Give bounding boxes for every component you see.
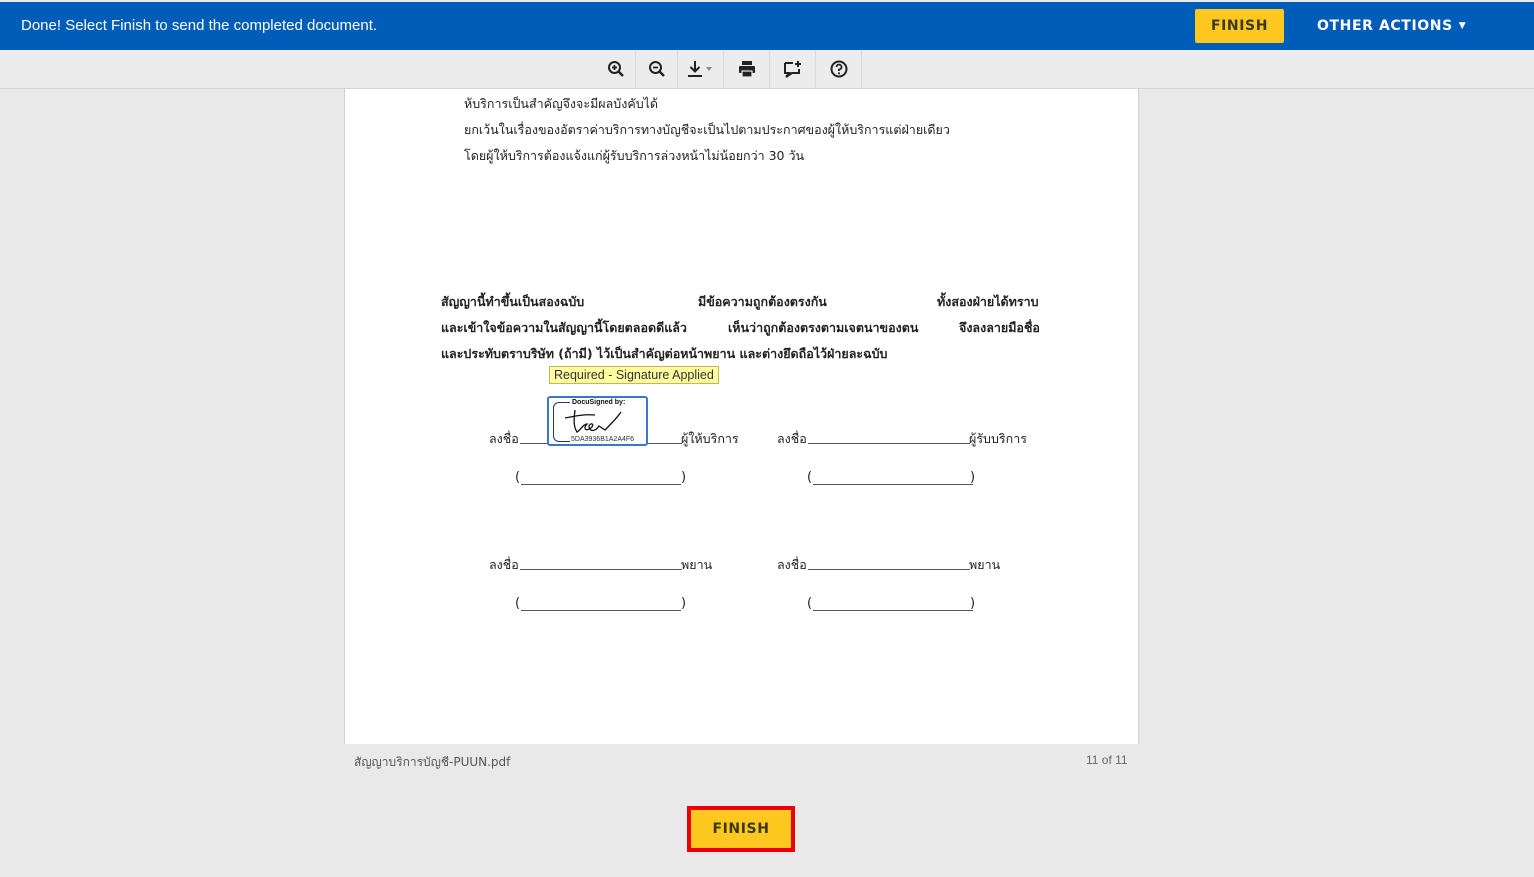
- signer-role: พยาน: [969, 557, 1001, 572]
- other-actions-button[interactable]: OTHER ACTIONS ▼: [1317, 18, 1466, 34]
- signature-line: [808, 569, 970, 570]
- signature-field[interactable]: DocuSigned by: 5DA3936B1A2A4F6: [547, 396, 648, 446]
- signer-role: ผู้รับบริการ: [969, 431, 1027, 446]
- sign-prefix: ลงชื่อ: [489, 431, 519, 446]
- document-toolbar: [0, 50, 1534, 89]
- closing-text: และประทับตราบริษัท (ถ้ามี) ไว้เป็นสำคัญต…: [441, 346, 888, 361]
- help-button[interactable]: [816, 50, 862, 88]
- paren-open: (: [515, 470, 521, 485]
- paren-close: ): [681, 596, 687, 611]
- sign-prefix: ลงชื่อ: [777, 431, 807, 446]
- paren-close: ): [970, 470, 976, 485]
- status-message: Done! Select Finish to send the complete…: [21, 17, 378, 34]
- closing-text: ทั้งสองฝ่ายได้ทราบ: [937, 294, 1039, 309]
- paren-open: (: [807, 470, 813, 485]
- comment-add-icon: [783, 61, 801, 78]
- signer-role: พยาน: [681, 557, 713, 572]
- signature-line: [520, 569, 682, 570]
- print-icon: [738, 61, 755, 78]
- closing-text: สัญญานี้ทำขึ้นเป็นสองฉบับ: [441, 294, 585, 309]
- zoom-in-icon: [607, 61, 624, 77]
- paragraph-line: ห้บริการเป็นสำคัญจึงจะมีผลบังคับได้: [464, 96, 659, 111]
- docusign-envelope-id: 5DA3936B1A2A4F6: [570, 436, 636, 443]
- paren-open: (: [807, 596, 813, 611]
- finish-button-bottom[interactable]: FINISH: [687, 806, 795, 852]
- help-icon: [830, 60, 847, 78]
- document-filename: สัญญาบริการบัญชี-PUUN.pdf: [354, 755, 511, 769]
- document-page: ห้บริการเป็นสำคัญจึงจะมีผลบังคับได้ ยกเว…: [344, 89, 1139, 744]
- zoom-in-button[interactable]: [596, 50, 636, 88]
- download-icon: [687, 61, 712, 77]
- sign-prefix: ลงชื่อ: [777, 557, 807, 572]
- finish-button-top[interactable]: FINISH: [1195, 9, 1284, 43]
- zoom-out-button[interactable]: [636, 50, 678, 88]
- print-button[interactable]: [724, 50, 770, 88]
- signature-line: [808, 443, 970, 444]
- name-line: [813, 484, 973, 485]
- name-line: [521, 610, 681, 611]
- paragraph-line: ยกเว้นในเรื่องของอัตราค่าบริการทางบัญชีจ…: [464, 122, 950, 137]
- name-line: [521, 484, 681, 485]
- other-actions-label: OTHER ACTIONS: [1317, 18, 1453, 34]
- sign-prefix: ลงชื่อ: [489, 557, 519, 572]
- action-bar: Done! Select Finish to send the complete…: [0, 2, 1534, 50]
- docusign-label: DocuSigned by:: [570, 399, 628, 406]
- caret-down-icon: ▼: [1458, 21, 1467, 31]
- signature-scribble-icon: [564, 409, 622, 433]
- signer-role: ผู้ให้บริการ: [681, 431, 739, 446]
- paren-open: (: [515, 596, 521, 611]
- paren-close: ): [681, 470, 687, 485]
- name-line: [813, 610, 973, 611]
- paren-close: ): [970, 596, 976, 611]
- closing-text: เห็นว่าถูกต้องตรงตามเจตนาของตน: [728, 320, 919, 335]
- page-indicator: 11 of 11: [1086, 753, 1128, 767]
- signature-status-tag[interactable]: Required - Signature Applied: [549, 366, 719, 384]
- add-comment-button[interactable]: [770, 50, 816, 88]
- paragraph-line: โดยผู้ให้บริการต้องแจ้งแก่ผู้รับบริการล่…: [464, 148, 805, 163]
- closing-text: และเข้าใจข้อความในสัญญานี้โดยตลอดดีแล้ว: [441, 320, 687, 335]
- zoom-out-icon: [648, 61, 665, 77]
- closing-text: มีข้อความถูกต้องตรงกัน: [698, 294, 827, 309]
- download-button[interactable]: [678, 50, 724, 88]
- closing-text: จึงลงลายมือชื่อ: [959, 320, 1040, 335]
